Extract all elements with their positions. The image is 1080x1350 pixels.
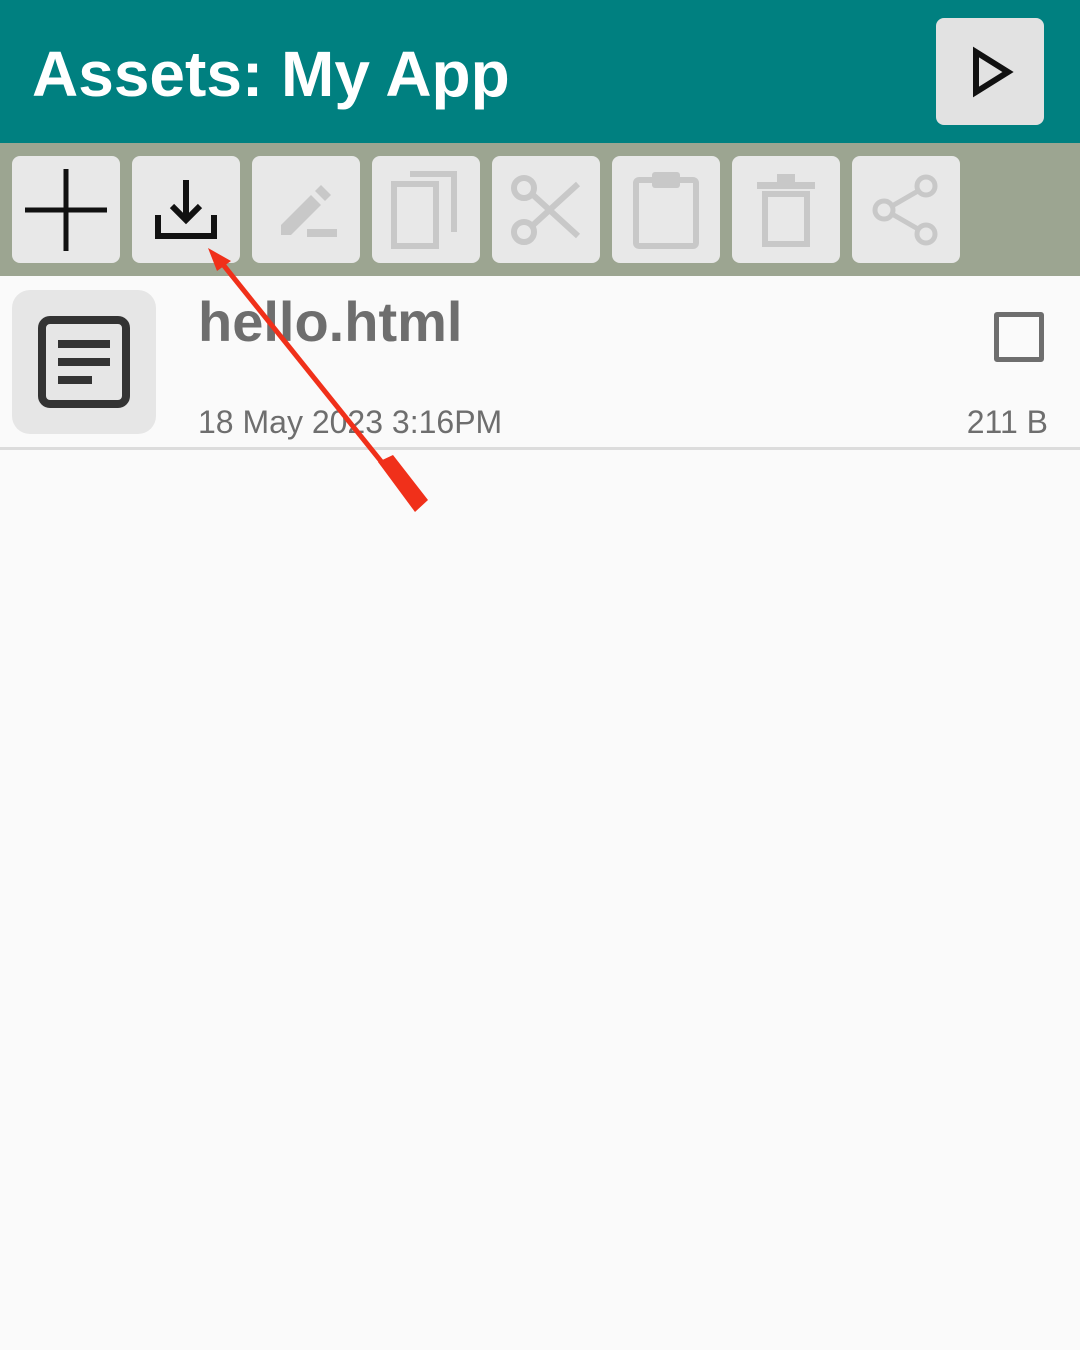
copy-icon: [391, 170, 457, 249]
paste-button[interactable]: [612, 156, 720, 263]
copy-button[interactable]: [372, 156, 480, 263]
cut-scissors-icon: [511, 174, 581, 245]
file-thumbnail: [12, 290, 156, 434]
rename-edit-icon: [281, 184, 337, 237]
page-title: Assets: My App: [32, 38, 510, 110]
paste-clipboard-icon: [633, 171, 699, 249]
cut-button[interactable]: [492, 156, 600, 263]
share-button[interactable]: [852, 156, 960, 263]
add-file-button[interactable]: [12, 156, 120, 263]
delete-button[interactable]: [732, 156, 840, 263]
select-checkbox[interactable]: [994, 312, 1044, 362]
rename-button[interactable]: [252, 156, 360, 263]
import-button[interactable]: [132, 156, 240, 263]
document-icon: [38, 316, 130, 408]
file-modified-date: 18 May 2023 3:16PM: [198, 404, 503, 440]
run-button[interactable]: [936, 18, 1044, 125]
toolbar: [0, 143, 1080, 276]
list-item[interactable]: hello.html 18 May 2023 3:16PM 211 B: [0, 276, 1080, 450]
plus-icon: [25, 168, 107, 251]
assets-screen: Assets: My App hello.html 18 May 2023 3:…: [0, 0, 1080, 1350]
annotation-arrow-tail: [378, 455, 428, 512]
app-header: Assets: My App: [0, 0, 1080, 143]
delete-trash-icon: [757, 173, 815, 247]
import-download-icon: [155, 179, 217, 239]
share-icon: [872, 174, 938, 245]
play-icon: [973, 46, 1014, 97]
file-name: hello.html: [198, 290, 463, 353]
file-size: 211 B: [966, 404, 1048, 440]
